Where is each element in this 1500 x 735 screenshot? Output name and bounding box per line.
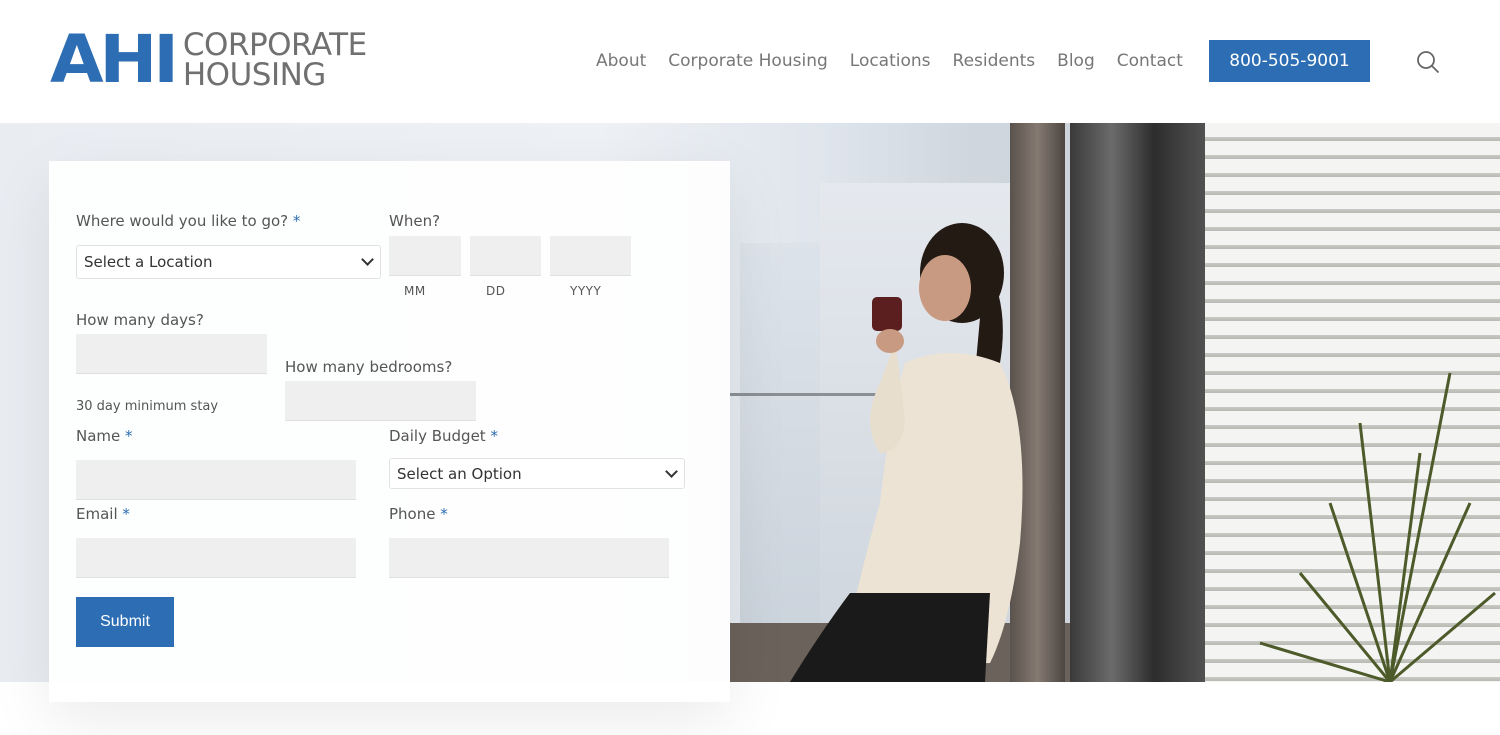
main-nav: About Corporate Housing Locations Reside…	[596, 40, 1205, 82]
chevron-down-icon	[361, 253, 374, 266]
month-hint: MM	[404, 284, 426, 298]
booking-form: Where would you like to go? * Select a L…	[49, 161, 730, 702]
email-label: Email *	[76, 505, 130, 523]
name-label: Name *	[76, 427, 133, 445]
phone-label: Phone *	[389, 505, 448, 523]
location-select-value: Select a Location	[84, 253, 213, 271]
logo-line-1: CORPORATE	[182, 27, 367, 63]
logo-line-2: HOUSING	[182, 57, 326, 93]
submit-button[interactable]: Submit	[76, 597, 174, 647]
month-input[interactable]	[389, 236, 461, 276]
days-hint: 30 day minimum stay	[76, 399, 219, 414]
search-icon[interactable]	[1416, 50, 1440, 74]
days-input[interactable]	[76, 334, 267, 374]
site-header: AHI CORPORATE HOUSING About Corporate Ho…	[0, 0, 1500, 123]
logo-text: CORPORATE HOUSING	[182, 27, 367, 93]
nav-about[interactable]: About	[596, 51, 646, 71]
budget-select[interactable]: Select an Option	[389, 458, 685, 489]
nav-blog[interactable]: Blog	[1057, 51, 1095, 71]
name-input[interactable]	[76, 460, 356, 500]
email-input[interactable]	[76, 538, 356, 578]
year-input[interactable]	[550, 236, 631, 276]
bedrooms-input[interactable]	[285, 381, 476, 421]
year-hint: YYYY	[570, 284, 602, 298]
budget-select-value: Select an Option	[397, 464, 522, 483]
site-logo[interactable]: AHI CORPORATE HOUSING	[50, 21, 367, 98]
day-hint: DD	[486, 284, 506, 298]
nav-contact[interactable]: Contact	[1117, 51, 1183, 71]
logo-mark: AHI	[50, 21, 179, 98]
budget-label: Daily Budget *	[389, 427, 498, 445]
bedrooms-label: How many bedrooms?	[285, 358, 453, 376]
nav-corporate-housing[interactable]: Corporate Housing	[668, 51, 828, 71]
nav-locations[interactable]: Locations	[850, 51, 931, 71]
where-label: Where would you like to go? *	[76, 212, 301, 230]
when-label: When?	[389, 212, 441, 230]
phone-button[interactable]: 800-505-9001	[1209, 40, 1370, 82]
location-select[interactable]: Select a Location	[76, 245, 381, 279]
chevron-down-icon	[665, 464, 678, 478]
nav-residents[interactable]: Residents	[953, 51, 1036, 71]
day-input[interactable]	[470, 236, 541, 276]
days-label: How many days?	[76, 311, 204, 329]
phone-input[interactable]	[389, 538, 669, 578]
